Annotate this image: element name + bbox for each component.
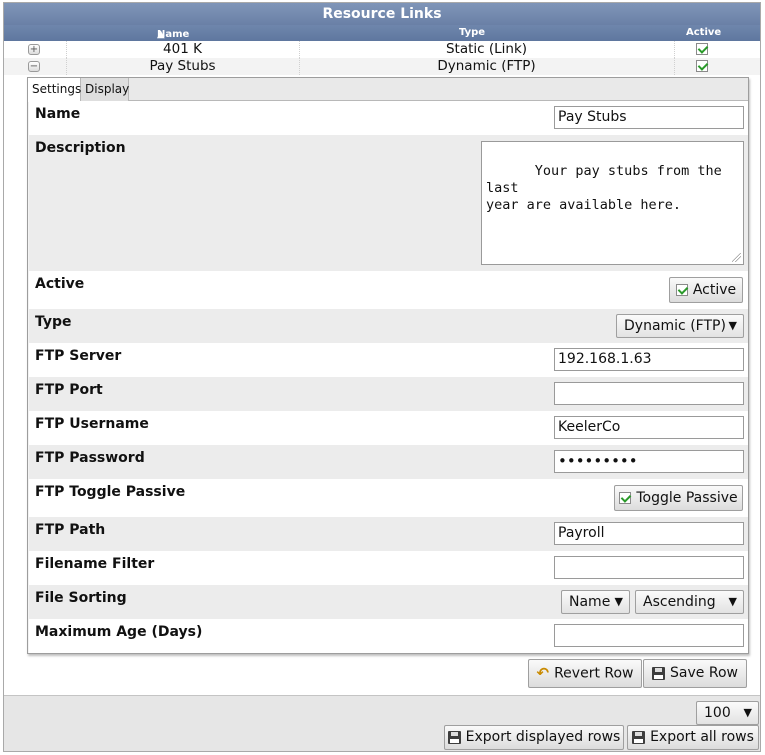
- checkbox-checked-icon: [619, 492, 632, 504]
- save-disk-icon: [632, 730, 646, 744]
- row-detail-editor: Settings Display Name Pay Stubs Descript…: [27, 77, 749, 654]
- active-checkbox[interactable]: [696, 43, 708, 55]
- export-displayed-label: Export displayed rows: [465, 729, 621, 745]
- field-row-max-age: Maximum Age (Days): [29, 619, 748, 653]
- column-name-label: Name: [157, 29, 190, 40]
- ftp-username-label: FTP Username: [35, 416, 149, 432]
- tab-display[interactable]: Display: [81, 78, 129, 101]
- ftp-port-label: FTP Port: [35, 382, 103, 398]
- field-row-ftp-username: FTP Username KeelerCo: [29, 411, 748, 445]
- table-row[interactable]: − Pay Stubs Dynamic (FTP): [4, 58, 760, 75]
- row-name: 401 K: [163, 41, 202, 57]
- save-disk-icon: [447, 730, 461, 744]
- name-input[interactable]: Pay Stubs: [554, 106, 744, 129]
- field-row-ftp-passive: FTP Toggle Passive Toggle Passive: [29, 479, 748, 517]
- tab-settings[interactable]: Settings: [28, 78, 81, 102]
- row-type: Dynamic (FTP): [437, 58, 536, 74]
- tab-bar: Settings Display: [28, 78, 748, 102]
- description-textarea[interactable]: Your pay stubs from the last year are av…: [481, 141, 744, 265]
- ftp-server-input[interactable]: 192.168.1.63: [554, 348, 744, 371]
- column-header-row: ▲ Name Type Active: [4, 25, 760, 41]
- expand-row-icon[interactable]: +: [28, 44, 40, 55]
- ftp-port-input[interactable]: [554, 382, 744, 405]
- sort-order-select[interactable]: Ascending ▼: [635, 590, 744, 614]
- active-label: Active: [35, 276, 85, 292]
- export-displayed-rows-button[interactable]: Export displayed rows: [444, 725, 624, 750]
- row-type: Static (Link): [445, 41, 528, 57]
- ftp-password-input[interactable]: •••••••••: [554, 450, 744, 473]
- name-label: Name: [35, 106, 81, 122]
- sort-order-value: Ascending: [643, 594, 716, 610]
- toggle-passive-button[interactable]: Toggle Passive: [614, 485, 743, 511]
- revert-row-button[interactable]: ↶ Revert Row: [528, 659, 642, 688]
- ftp-username-input[interactable]: KeelerCo: [554, 416, 744, 439]
- row-name: Pay Stubs: [149, 58, 216, 74]
- chevron-down-icon: ▼: [728, 319, 737, 332]
- filename-filter-label: Filename Filter: [35, 556, 155, 572]
- revert-row-label: Revert Row: [554, 665, 634, 682]
- field-row-ftp-server: FTP Server 192.168.1.63: [29, 343, 748, 377]
- filename-filter-input[interactable]: [554, 556, 744, 579]
- active-toggle-label: Active: [692, 282, 737, 298]
- field-row-file-sorting: File Sorting Name ▼ Ascending ▼: [29, 585, 748, 619]
- field-row-ftp-port: FTP Port: [29, 377, 748, 411]
- active-toggle-button[interactable]: Active: [669, 277, 743, 303]
- export-all-rows-button[interactable]: Export all rows: [627, 725, 759, 750]
- export-all-label: Export all rows: [650, 729, 754, 745]
- ftp-path-label: FTP Path: [35, 522, 106, 538]
- collapse-row-icon[interactable]: −: [28, 61, 40, 72]
- active-checkbox[interactable]: [696, 60, 708, 72]
- save-disk-icon: [652, 666, 666, 680]
- checkbox-checked-icon: [675, 284, 688, 296]
- ftp-password-label: FTP Password: [35, 450, 145, 466]
- ftp-passive-label: FTP Toggle Passive: [35, 484, 186, 500]
- field-row-active: Active Active: [29, 271, 748, 309]
- chevron-down-icon: ▼: [728, 595, 737, 608]
- panel-title: Resource Links: [4, 3, 760, 25]
- file-sorting-label: File Sorting: [35, 590, 127, 606]
- max-age-input[interactable]: [554, 624, 744, 647]
- save-row-label: Save Row: [670, 665, 738, 681]
- field-row-name: Name Pay Stubs: [29, 101, 748, 135]
- column-header-active[interactable]: Active: [686, 27, 721, 38]
- sort-field-value: Name: [569, 594, 611, 610]
- field-row-ftp-password: FTP Password •••••••••: [29, 445, 748, 479]
- resize-handle-icon[interactable]: [732, 253, 741, 262]
- type-label: Type: [35, 314, 72, 330]
- save-row-button[interactable]: Save Row: [643, 659, 747, 688]
- toggle-passive-label: Toggle Passive: [636, 490, 738, 506]
- field-row-filename-filter: Filename Filter: [29, 551, 748, 585]
- ftp-server-label: FTP Server: [35, 348, 122, 364]
- field-row-description: Description Your pay stubs from the last…: [29, 135, 748, 271]
- description-label: Description: [35, 140, 126, 156]
- table-footer: 100 ▼ Export displayed rows Export all r…: [4, 695, 760, 751]
- sort-field-select[interactable]: Name ▼: [561, 590, 630, 614]
- chevron-down-icon: ▼: [743, 706, 752, 719]
- ftp-path-input[interactable]: Payroll: [554, 522, 744, 545]
- max-age-label: Maximum Age (Days): [35, 624, 203, 640]
- table-row[interactable]: + 401 K Static (Link): [4, 41, 760, 58]
- type-select[interactable]: Dynamic (FTP) ▼: [616, 314, 744, 338]
- page-size-value: 100: [704, 705, 731, 721]
- field-row-type: Type Dynamic (FTP) ▼: [29, 309, 748, 343]
- column-header-type[interactable]: Type: [459, 27, 485, 38]
- chevron-down-icon: ▼: [614, 595, 623, 608]
- field-row-ftp-path: FTP Path Payroll: [29, 517, 748, 551]
- type-select-value: Dynamic (FTP): [624, 318, 726, 334]
- description-text: Your pay stubs from the last year are av…: [486, 163, 722, 213]
- page-size-select[interactable]: 100 ▼: [696, 701, 759, 725]
- undo-icon: ↶: [536, 664, 550, 682]
